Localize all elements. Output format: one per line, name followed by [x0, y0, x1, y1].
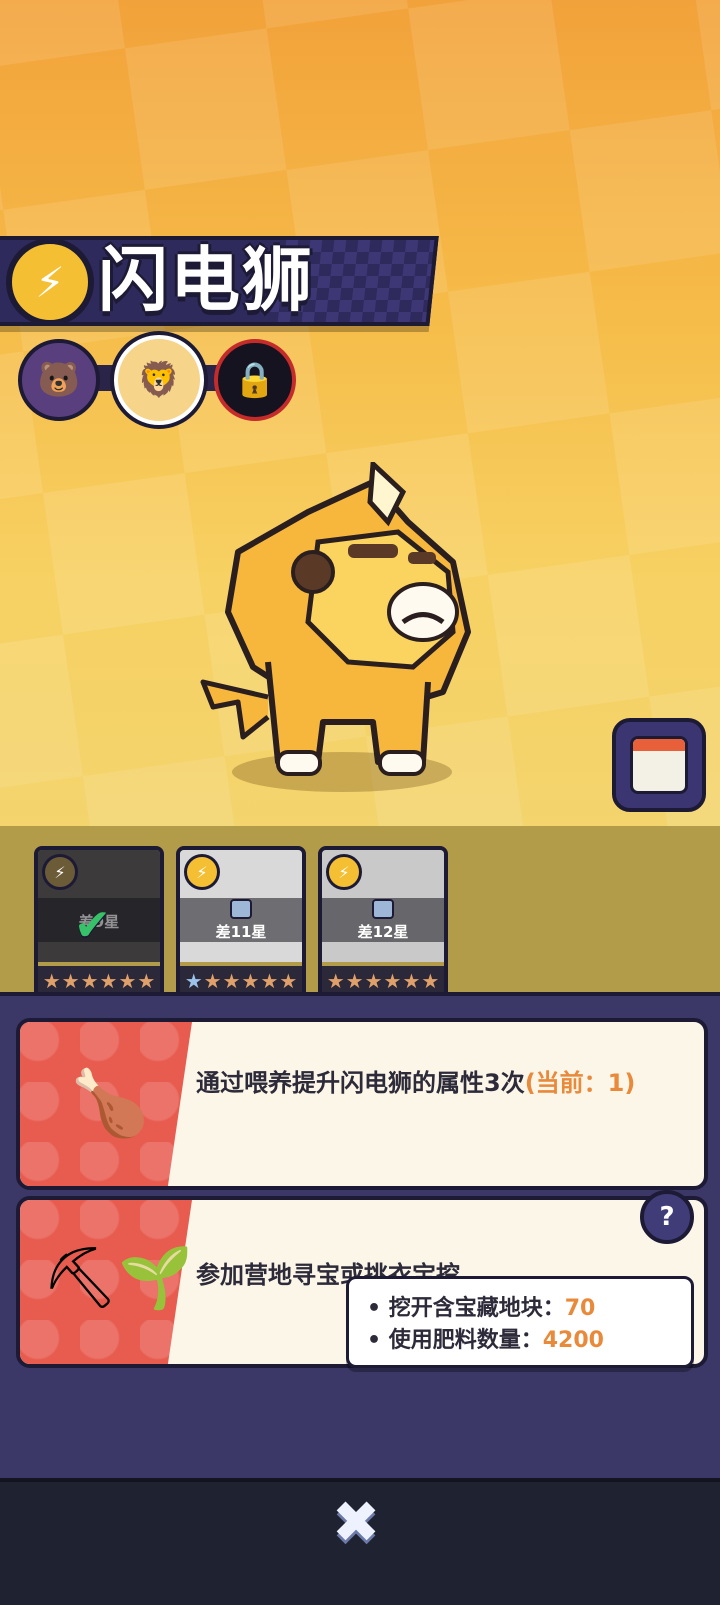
task-progress: (当前：1) [524, 1069, 636, 1097]
skin-card-2[interactable]: ⚡ 差11星 ★ ★ ★ ★ ★ ★ [176, 846, 306, 1000]
skin-lock-text: 差12星 [357, 922, 409, 941]
star-icon: ★ [203, 969, 222, 993]
calendar-filter-button[interactable] [612, 718, 706, 812]
star-icon: ★ [42, 969, 61, 993]
skin-card-1[interactable]: ⚡ 差9星 ✔ ★ ★ ★ ★ ★ ★ [34, 846, 164, 1000]
lock-icon [372, 898, 394, 919]
skin-list: ⚡ 差9星 ✔ ★ ★ ★ ★ ★ ★ ⚡ 差11星 ★ ★ ★ ★ ★ ★ ⚡… [0, 826, 720, 1000]
bear-stage-icon[interactable]: 🐻 [18, 339, 100, 421]
skin-card-3[interactable]: ⚡ 差12星 ★ ★ ★ ★ ★ ★ [318, 846, 448, 1000]
star-icon: ★ [184, 969, 203, 993]
skin-lock-text: 差11星 [215, 922, 267, 941]
star-icon: ★ [137, 969, 156, 993]
checkmark-icon: ✔ [74, 900, 111, 951]
star-icon: ★ [383, 969, 402, 993]
star-icon: ★ [80, 969, 99, 993]
tooltip-label: 挖开含宝藏地块： [388, 1296, 565, 1321]
star-icon: ★ [326, 969, 345, 993]
skin-lock-band: 差11星 [180, 898, 302, 942]
tooltip-line-2: • 使用肥料数量：4200 [367, 1328, 604, 1353]
task-description: 通过喂养提升闪电狮的属性3次(当前：1) [196, 1066, 636, 1100]
tooltip-value: 70 [564, 1296, 596, 1321]
tooltip-line-1: • 挖开含宝藏地块：70 [367, 1296, 596, 1321]
star-icon: ★ [99, 969, 118, 993]
star-icon: ★ [241, 969, 260, 993]
star-icon: ★ [421, 969, 440, 993]
lock-icon [230, 898, 252, 919]
task-text: 通过喂养提升闪电狮的属性3次 [196, 1069, 525, 1097]
star-icon: ★ [402, 969, 421, 993]
task-tooltip: • 挖开含宝藏地块：70 • 使用肥料数量：4200 [346, 1276, 694, 1368]
star-icon: ★ [61, 969, 80, 993]
lightning-lion-pet [200, 462, 471, 776]
lightning-icon: ⚡ [42, 854, 78, 890]
calendar-icon [630, 736, 688, 794]
evolution-chain: 🐻 🦁 🔒 [18, 335, 298, 425]
locked-stage-icon[interactable]: 🔒 [214, 339, 296, 421]
lightning-icon: ⚡ [6, 238, 94, 326]
star-icon: ★ [118, 969, 137, 993]
drumstick-icon: 🍗 [70, 1067, 150, 1141]
lightning-icon: ⚡ [326, 854, 362, 890]
lightning-icon: ⚡ [184, 854, 220, 890]
pet-name-title: 闪电狮 [98, 239, 314, 321]
tooltip-value: 4200 [542, 1328, 604, 1353]
skin-lock-band: 差12星 [322, 898, 444, 942]
star-icon: ★ [279, 969, 298, 993]
star-icon: ★ [222, 969, 241, 993]
star-icon: ★ [345, 969, 364, 993]
hero-scene: ⚡ 闪电狮 🐻 🦁 🔒 [0, 0, 720, 826]
star-icon: ★ [260, 969, 279, 993]
lion-stage-icon[interactable]: 🦁 [114, 335, 204, 425]
help-button[interactable]: ? [640, 1190, 694, 1244]
star-icon: ★ [364, 969, 383, 993]
tooltip-label: 使用肥料数量： [388, 1328, 543, 1353]
hammer-fertilizer-icon: ⛏🌱 [42, 1243, 193, 1313]
task-card-feed: 🍗 通过喂养提升闪电狮的属性3次(当前：1) [16, 1018, 708, 1190]
close-button[interactable]: ✖ [326, 1488, 386, 1556]
